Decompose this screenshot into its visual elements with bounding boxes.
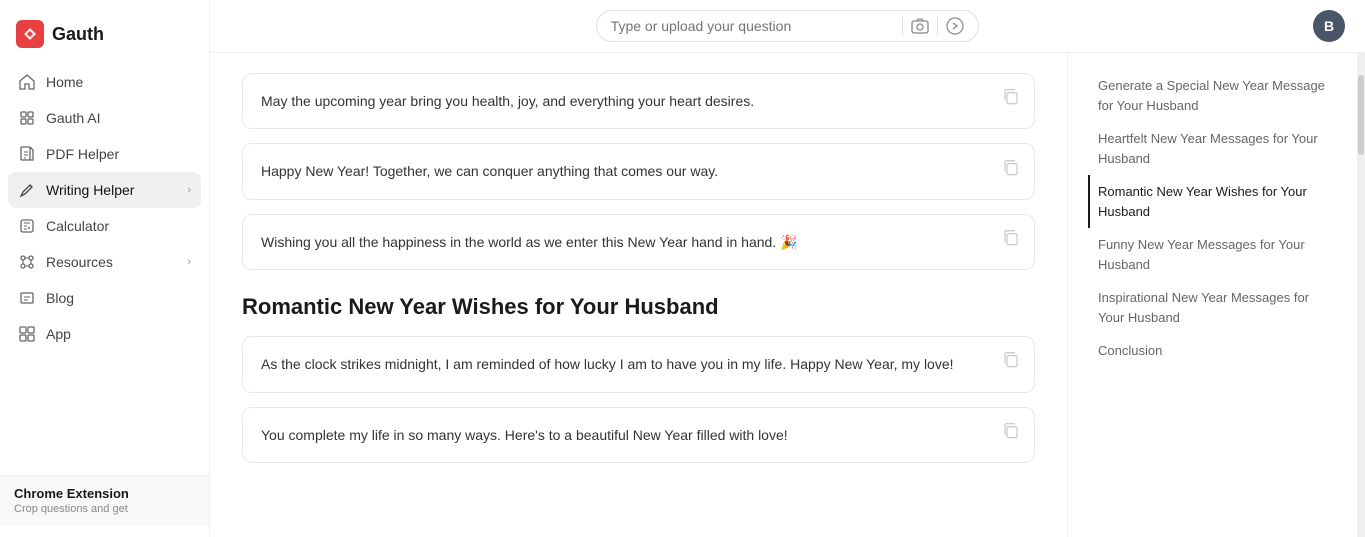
message-card-2: Happy New Year! Together, we can conquer… xyxy=(242,143,1035,199)
sidebar-item-app[interactable]: App xyxy=(8,316,201,352)
sidebar-item-calc-label: Calculator xyxy=(46,218,109,234)
sidebar-item-resources[interactable]: Resources › xyxy=(8,244,201,280)
sidebar-item-home-label: Home xyxy=(46,74,83,90)
sidebar: Gauth Home Gauth AI xyxy=(0,0,210,537)
toc-item-generate[interactable]: Generate a Special New Year Message for … xyxy=(1088,69,1337,122)
toc-label-inspirational: Inspirational New Year Messages for Your… xyxy=(1098,290,1309,325)
message-text-romantic-2: You complete my life in so many ways. He… xyxy=(261,427,788,443)
message-card-romantic-1: As the clock strikes midnight, I am remi… xyxy=(242,336,1035,392)
sidebar-item-app-label: App xyxy=(46,326,71,342)
search-divider xyxy=(902,17,903,35)
camera-button[interactable] xyxy=(911,17,929,35)
sidebar-item-pdf-label: PDF Helper xyxy=(46,146,119,162)
sidebar-item-gauth-ai[interactable]: Gauth AI xyxy=(8,100,201,136)
resources-icon xyxy=(18,253,36,271)
copy-icon-3[interactable] xyxy=(1002,229,1020,256)
copy-icon-romantic-2[interactable] xyxy=(1002,421,1020,448)
camera-icon xyxy=(911,17,929,35)
search-input[interactable] xyxy=(611,18,895,34)
toc-item-heartfelt[interactable]: Heartfelt New Year Messages for Your Hus… xyxy=(1088,122,1337,175)
toc-label-romantic: Romantic New Year Wishes for Your Husban… xyxy=(1098,184,1307,219)
content-area: May the upcoming year bring you health, … xyxy=(210,53,1365,537)
chrome-ext-subtitle: Crop questions and get xyxy=(14,503,195,515)
toc-item-romantic[interactable]: Romantic New Year Wishes for Your Husban… xyxy=(1088,175,1337,228)
message-text-1: May the upcoming year bring you health, … xyxy=(261,93,754,109)
message-text-romantic-1: As the clock strikes midnight, I am remi… xyxy=(261,356,954,372)
logo-text: Gauth xyxy=(52,24,104,45)
scrollbar[interactable] xyxy=(1357,53,1365,537)
message-text-2: Happy New Year! Together, we can conquer… xyxy=(261,163,718,179)
gauth-icon xyxy=(18,109,36,127)
toc-item-conclusion[interactable]: Conclusion xyxy=(1088,334,1337,368)
writing-icon xyxy=(18,181,36,199)
toc-item-funny[interactable]: Funny New Year Messages for Your Husband xyxy=(1088,228,1337,281)
sidebar-item-blog[interactable]: Blog xyxy=(8,280,201,316)
arrow-right-icon xyxy=(946,17,964,35)
section-title-romantic: Romantic New Year Wishes for Your Husban… xyxy=(242,294,1035,320)
chrome-extension-banner[interactable]: Chrome Extension Crop questions and get xyxy=(0,475,209,525)
logo-icon xyxy=(16,20,44,48)
pdf-icon xyxy=(18,145,36,163)
calc-icon xyxy=(18,217,36,235)
toc-label-funny: Funny New Year Messages for Your Husband xyxy=(1098,237,1305,272)
copy-icon-1[interactable] xyxy=(1002,88,1020,115)
copy-icon-2[interactable] xyxy=(1002,158,1020,185)
submit-button[interactable] xyxy=(946,17,964,35)
table-of-contents: Generate a Special New Year Message for … xyxy=(1067,53,1357,537)
search-divider-2 xyxy=(937,17,938,35)
user-avatar-button[interactable]: B xyxy=(1313,10,1345,42)
toc-label-heartfelt: Heartfelt New Year Messages for Your Hus… xyxy=(1098,131,1318,166)
home-icon xyxy=(18,73,36,91)
sidebar-item-writing-label: Writing Helper xyxy=(46,182,134,198)
writing-helper-chevron: › xyxy=(187,184,191,196)
logo[interactable]: Gauth xyxy=(0,12,209,64)
message-card-3: Wishing you all the happiness in the wor… xyxy=(242,214,1035,270)
sidebar-item-resources-label: Resources xyxy=(46,254,113,270)
scrollbar-thumb xyxy=(1358,75,1364,155)
message-card-1: May the upcoming year bring you health, … xyxy=(242,73,1035,129)
resources-chevron: › xyxy=(187,256,191,268)
sidebar-item-gauth-ai-label: Gauth AI xyxy=(46,110,100,126)
chrome-ext-title: Chrome Extension xyxy=(14,486,195,501)
copy-icon-romantic-1[interactable] xyxy=(1002,351,1020,378)
app-icon xyxy=(18,325,36,343)
toc-label-generate: Generate a Special New Year Message for … xyxy=(1098,78,1325,113)
sidebar-item-pdf-helper[interactable]: PDF Helper xyxy=(8,136,201,172)
message-card-romantic-2: You complete my life in so many ways. He… xyxy=(242,407,1035,463)
blog-icon xyxy=(18,289,36,307)
sidebar-nav: Home Gauth AI PDF xyxy=(0,64,209,475)
toc-label-conclusion: Conclusion xyxy=(1098,343,1162,358)
article-content: May the upcoming year bring you health, … xyxy=(210,53,1067,537)
sidebar-item-home[interactable]: Home xyxy=(8,64,201,100)
sidebar-item-calculator[interactable]: Calculator xyxy=(8,208,201,244)
main-area: B May the upcoming year bring you health… xyxy=(210,0,1365,537)
sidebar-item-blog-label: Blog xyxy=(46,290,74,306)
topbar: B xyxy=(210,0,1365,53)
toc-item-inspirational[interactable]: Inspirational New Year Messages for Your… xyxy=(1088,281,1337,334)
sidebar-item-writing-helper[interactable]: Writing Helper › xyxy=(8,172,201,208)
message-text-3: Wishing you all the happiness in the wor… xyxy=(261,234,798,250)
search-bar xyxy=(596,10,980,42)
